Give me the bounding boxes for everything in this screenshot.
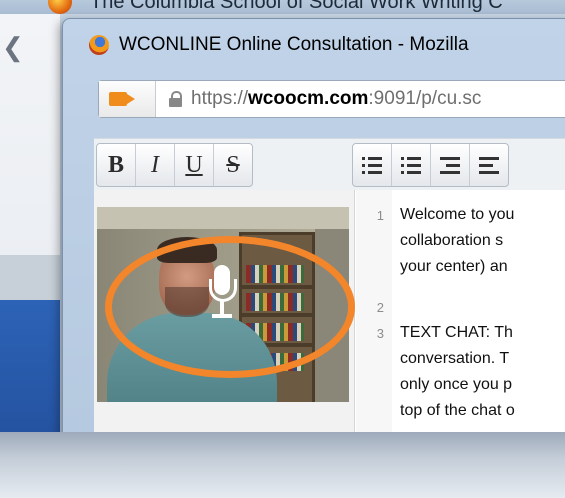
line-number-gutter: 1 2 3 xyxy=(356,190,392,465)
editor-line: Welcome to you xyxy=(400,206,515,223)
camera-lens-icon xyxy=(127,94,135,104)
consultation-content: 1 2 3 Welcome to you collaboration s you… xyxy=(94,190,565,465)
url-text[interactable]: https://wcoocm.com:9091/p/cu.sc xyxy=(191,88,481,110)
camera-permission-button[interactable] xyxy=(99,81,156,117)
window-title: WCONLINE Online Consultation - Mozilla xyxy=(119,34,469,55)
url-domain: wcoocm.com xyxy=(248,88,369,109)
camera-icon xyxy=(109,92,127,106)
outdent-button[interactable] xyxy=(470,144,508,186)
editor-line: top of the chat o xyxy=(400,402,515,419)
window-title-bar[interactable]: WCONLINE Online Consultation - Mozilla xyxy=(63,19,565,55)
outdent-icon xyxy=(479,156,499,174)
editor-line: only once you p xyxy=(400,376,513,393)
underline-button[interactable]: U xyxy=(175,144,214,186)
webcam-video[interactable] xyxy=(97,207,349,402)
background-panel-block xyxy=(0,255,60,305)
text-format-group: B I U S xyxy=(96,143,253,187)
ordered-list-button[interactable] xyxy=(353,144,392,186)
editor-toolbar: B I U S xyxy=(94,138,565,191)
lock-icon[interactable] xyxy=(169,91,182,107)
line-number: 1 xyxy=(376,208,384,223)
editor-line: collaboration s xyxy=(400,232,504,249)
list-format-group xyxy=(352,143,509,187)
firefox-icon xyxy=(89,35,109,55)
window-shadow xyxy=(0,432,565,498)
italic-button[interactable]: I xyxy=(136,144,175,186)
ordered-list-icon xyxy=(362,156,382,174)
indent-button[interactable] xyxy=(431,144,470,186)
editor-line: conversation. T xyxy=(400,350,510,367)
back-arrow-icon[interactable]: ❮ xyxy=(2,32,24,63)
firefox-icon xyxy=(48,0,72,14)
collaboration-editor[interactable]: Welcome to you collaboration s your cent… xyxy=(400,190,565,465)
line-number: 2 xyxy=(376,300,384,315)
editor-line: your center) an xyxy=(400,258,508,275)
unordered-list-button[interactable] xyxy=(392,144,431,186)
url-bar[interactable]: https://wcoocm.com:9091/p/cu.sc xyxy=(98,80,565,118)
unordered-list-icon xyxy=(401,156,421,174)
url-suffix: :9091/p/cu.sc xyxy=(368,88,482,109)
background-window-title: The Columbia School of Social Work Writi… xyxy=(90,0,503,13)
strikethrough-button[interactable]: S xyxy=(214,144,252,186)
url-prefix: https:// xyxy=(191,88,249,109)
bold-button[interactable]: B xyxy=(97,144,136,186)
line-number: 3 xyxy=(376,326,384,341)
background-blue-panel xyxy=(0,300,60,440)
microphone-icon[interactable] xyxy=(207,265,237,323)
video-pane xyxy=(94,190,355,465)
editor-line: TEXT CHAT: Th xyxy=(400,324,513,341)
indent-icon xyxy=(440,156,460,174)
background-title-bar: The Columbia School of Social Work Writi… xyxy=(0,0,565,14)
